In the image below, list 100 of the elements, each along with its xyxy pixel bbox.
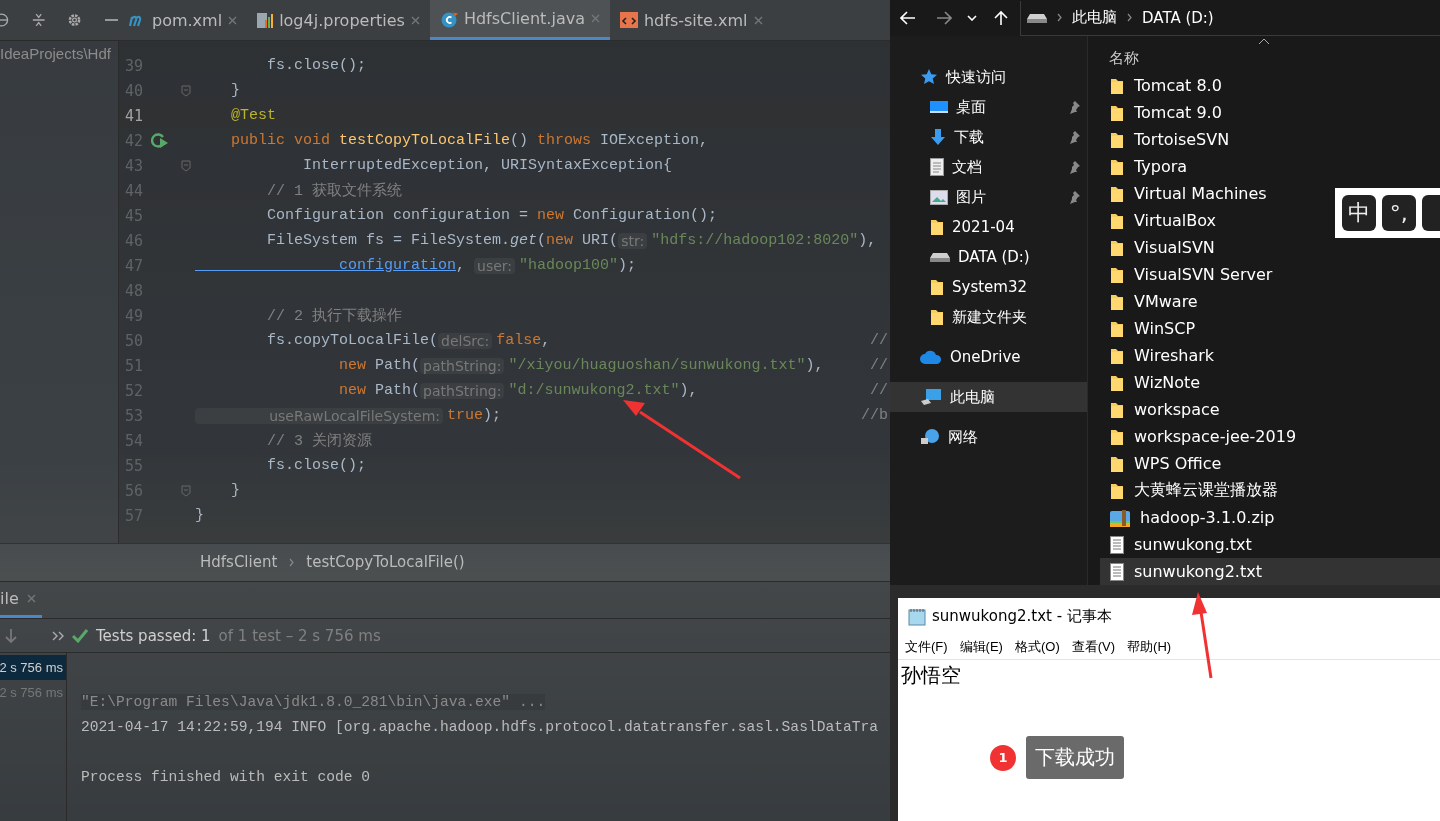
file-row[interactable]: Typora xyxy=(1100,153,1196,180)
file-row[interactable]: WizNote xyxy=(1100,369,1209,396)
document-icon xyxy=(930,158,944,176)
address-bar[interactable]: 此电脑 DATA (D:) xyxy=(1020,0,1440,36)
forward-arrow-icon[interactable] xyxy=(936,11,952,25)
bar-chart-icon xyxy=(257,11,274,29)
drive-icon xyxy=(1027,11,1047,24)
run-tab[interactable]: ile xyxy=(0,582,42,618)
nav-item[interactable]: DATA (D:) xyxy=(890,242,1087,272)
pin-icon xyxy=(1069,160,1081,174)
run-test-icon[interactable] xyxy=(151,132,169,149)
file-row[interactable]: Virtual Machines xyxy=(1100,180,1275,207)
code-line: new Path( pathString: "/xiyou/huaguoshan/sunwukong.txt"), // xyxy=(338,357,889,374)
code-line: @Test xyxy=(230,107,277,124)
column-header[interactable]: 名称 xyxy=(1109,49,1139,68)
close-icon[interactable] xyxy=(753,15,763,25)
test-status: Tests passed: 1 xyxy=(96,626,211,645)
minimize-icon[interactable] xyxy=(104,18,118,22)
address-segment[interactable]: 此电脑 xyxy=(1072,8,1117,27)
menu-item[interactable]: 帮助(H) xyxy=(1127,638,1172,656)
nav-item[interactable]: 桌面 xyxy=(890,92,1087,122)
more-icon[interactable] xyxy=(52,630,64,641)
breadcrumb-item[interactable]: testCopyToLocalFile() xyxy=(306,553,465,572)
chevron-right-icon xyxy=(1057,13,1062,22)
nav-item[interactable]: OneDrive xyxy=(890,342,1087,372)
folder-icon xyxy=(1110,265,1124,284)
ime-key[interactable]: 中 xyxy=(1342,195,1376,231)
download-icon xyxy=(930,128,946,146)
file-row[interactable]: WinSCP xyxy=(1100,315,1204,342)
file-row[interactable]: workspace xyxy=(1100,396,1228,423)
folder-icon xyxy=(1110,454,1124,473)
file-row[interactable]: 大黄蜂云课堂播放器 xyxy=(1100,477,1286,504)
down-arrow-icon[interactable] xyxy=(4,627,18,644)
folder-icon xyxy=(1110,292,1124,311)
breadcrumb-item[interactable]: HdfsClient xyxy=(200,553,278,572)
nav-item[interactable]: 网络 xyxy=(890,422,1087,452)
test-detail: of 1 test – 2 s 756 ms xyxy=(218,626,381,645)
cloud-icon xyxy=(920,350,942,364)
code-line: InterruptedException, URISyntaxException{ xyxy=(302,157,674,174)
code-line: // 2 执行下载操作 xyxy=(266,306,404,325)
nav-item[interactable]: 下载 xyxy=(890,122,1087,152)
check-icon xyxy=(72,628,88,643)
crosshair-icon[interactable] xyxy=(0,11,11,29)
file-tab[interactable]: HdfsClient.java xyxy=(429,0,610,40)
folder-icon xyxy=(1110,184,1124,203)
collapse-icon[interactable] xyxy=(32,11,46,29)
drive-icon xyxy=(930,251,950,263)
file-row[interactable]: Tomcat 9.0 xyxy=(1100,99,1230,126)
nav-item[interactable]: 文档 xyxy=(890,152,1087,182)
back-arrow-icon[interactable] xyxy=(900,11,916,25)
file-row[interactable]: hadoop-3.1.0.zip xyxy=(1100,504,1283,531)
folder-icon xyxy=(1110,238,1124,257)
menu-item[interactable]: 文件(F) xyxy=(905,638,948,656)
document-text: 孙悟空 xyxy=(901,663,961,687)
code-line: } xyxy=(230,82,241,99)
code-line: fs.copyToLocalFile( delSrc: false, // xyxy=(266,332,889,349)
up-arrow-icon[interactable] xyxy=(994,10,1008,26)
file-row[interactable]: WPS Office xyxy=(1100,450,1230,477)
test-duration[interactable]: 2 s 756 ms xyxy=(0,655,66,680)
file-row[interactable]: Wireshark xyxy=(1100,342,1223,369)
menu-item[interactable]: 查看(V) xyxy=(1071,638,1116,656)
file-row[interactable]: sunwukong2.txt xyxy=(1100,558,1440,585)
address-segment[interactable]: DATA (D:) xyxy=(1142,8,1214,27)
code-line: fs.close(); xyxy=(266,457,368,474)
menu-item[interactable]: 编辑(E) xyxy=(959,638,1003,656)
nav-item[interactable]: System32 xyxy=(890,272,1087,302)
settings-icon[interactable] xyxy=(67,11,83,29)
close-icon[interactable] xyxy=(228,15,238,25)
folder-icon xyxy=(1110,400,1124,419)
menu-item[interactable]: 格式(O) xyxy=(1014,638,1060,656)
nav-item[interactable]: 此电脑 xyxy=(890,382,1087,412)
code-line: public void testCopyToLocalFile() throws IOException, xyxy=(230,132,710,149)
nav-item[interactable]: 快速访问 xyxy=(890,62,1087,92)
folder-icon xyxy=(1110,157,1124,176)
folder-icon xyxy=(1110,427,1124,446)
ime-key[interactable]: °, xyxy=(1382,195,1416,231)
callout-bubble: 下载成功 xyxy=(1026,736,1124,779)
file-row[interactable]: VisualSVN Server xyxy=(1100,261,1281,288)
file-row[interactable]: workspace-jee-2019 xyxy=(1100,423,1305,450)
file-row[interactable]: VisualSVN xyxy=(1100,234,1223,261)
file-tab[interactable]: pom.xml xyxy=(118,0,248,40)
picture-icon xyxy=(930,189,948,205)
chevron-right-icon xyxy=(289,557,295,567)
chevron-down-icon[interactable] xyxy=(967,15,977,21)
pin-icon xyxy=(1069,130,1081,144)
close-icon[interactable] xyxy=(410,15,420,25)
file-tab[interactable]: hdfs-site.xml xyxy=(609,0,773,40)
file-row[interactable]: VirtualBox xyxy=(1100,207,1225,234)
file-row[interactable]: Tomcat 8.0 xyxy=(1100,72,1230,99)
pin-icon xyxy=(1069,190,1081,204)
console-line: Process finished with exit code 0 xyxy=(81,768,370,785)
pin-icon xyxy=(1069,100,1081,114)
nav-item[interactable]: 图片 xyxy=(890,182,1087,212)
nav-item[interactable]: 新建文件夹 xyxy=(890,302,1087,332)
code-line: // 1 获取文件系统 xyxy=(266,181,404,200)
file-row[interactable]: TortoiseSVN xyxy=(1100,126,1238,153)
file-tab[interactable]: log4j.properties xyxy=(247,0,430,40)
file-row[interactable]: VMware xyxy=(1100,288,1206,315)
nav-item[interactable]: 2021-04 xyxy=(890,212,1087,242)
file-row[interactable]: sunwukong.txt xyxy=(1100,531,1260,558)
